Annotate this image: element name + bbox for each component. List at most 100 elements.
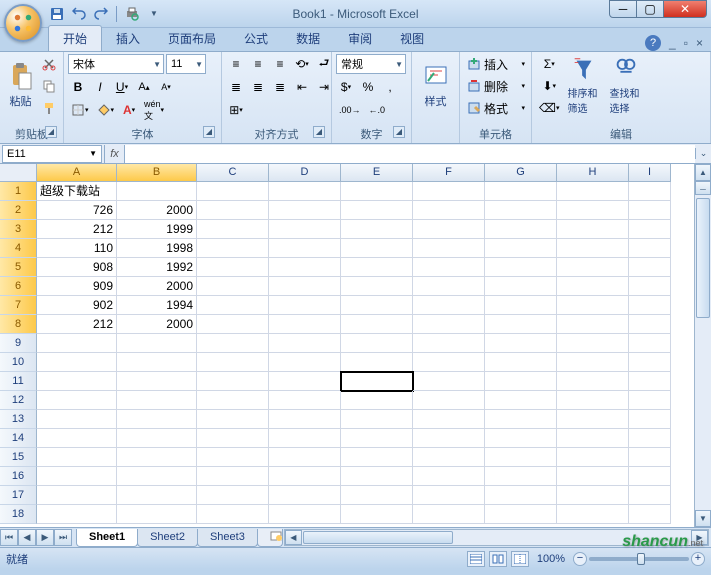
comma-format-icon[interactable]: , <box>380 77 400 97</box>
row-header[interactable]: 16 <box>0 467 37 486</box>
cell[interactable]: 212 <box>37 315 117 334</box>
row-header[interactable]: 6 <box>0 277 37 296</box>
column-header[interactable]: H <box>557 164 629 182</box>
formula-expand-icon[interactable]: ⌄ <box>695 148 711 159</box>
select-all-corner[interactable] <box>0 164 37 182</box>
cell[interactable] <box>413 429 485 448</box>
cell[interactable] <box>197 467 269 486</box>
cell[interactable] <box>557 429 629 448</box>
column-header[interactable]: F <box>413 164 485 182</box>
maximize-button[interactable]: ▢ <box>636 0 664 18</box>
sheet-prev-icon[interactable]: ◀ <box>18 529 36 546</box>
qat-customize-icon[interactable]: ▼ <box>145 5 163 23</box>
cell[interactable] <box>269 296 341 315</box>
cell[interactable] <box>197 429 269 448</box>
scroll-right-icon[interactable]: ▶ <box>691 530 708 545</box>
cell[interactable] <box>629 277 671 296</box>
cell[interactable]: 1998 <box>117 239 197 258</box>
cell[interactable] <box>485 182 557 201</box>
sheet-next-icon[interactable]: ▶ <box>36 529 54 546</box>
cell[interactable]: 110 <box>37 239 117 258</box>
cell[interactable] <box>341 182 413 201</box>
styles-button[interactable]: 样式 <box>416 54 455 116</box>
cell[interactable] <box>413 201 485 220</box>
cell[interactable] <box>117 429 197 448</box>
cell[interactable] <box>485 448 557 467</box>
borders-button[interactable]: ▾ <box>68 100 92 120</box>
cell[interactable] <box>269 505 341 524</box>
zoom-level[interactable]: 100% <box>537 553 565 565</box>
paste-button[interactable]: 粘贴 <box>4 54 37 116</box>
cell[interactable] <box>413 467 485 486</box>
align-center-icon[interactable]: ≣ <box>248 77 268 97</box>
cell[interactable] <box>485 429 557 448</box>
clear-icon[interactable]: ⌫▾ <box>536 98 562 118</box>
wrap-text-icon[interactable]: ⮐ <box>314 54 334 74</box>
cell[interactable] <box>557 296 629 315</box>
sheet-tab[interactable]: Sheet3 <box>197 529 258 547</box>
cell[interactable] <box>485 505 557 524</box>
horizontal-scrollbar[interactable]: ◀ ▶ <box>284 529 709 546</box>
cell[interactable] <box>557 220 629 239</box>
cell[interactable] <box>557 277 629 296</box>
column-header[interactable]: C <box>197 164 269 182</box>
cell[interactable] <box>413 277 485 296</box>
cell[interactable] <box>117 448 197 467</box>
italic-button[interactable]: I <box>90 77 110 97</box>
delete-cells-button[interactable]: 删除▾ <box>464 76 528 96</box>
bold-button[interactable]: B <box>68 77 88 97</box>
cell[interactable]: 2000 <box>117 201 197 220</box>
hscroll-thumb[interactable] <box>303 531 453 544</box>
cell[interactable] <box>269 220 341 239</box>
cell[interactable] <box>413 486 485 505</box>
font-dialog-launcher[interactable]: ◢ <box>203 126 215 138</box>
row-header[interactable]: 5 <box>0 258 37 277</box>
cell[interactable]: 726 <box>37 201 117 220</box>
formula-input[interactable] <box>124 145 695 163</box>
number-format-combo[interactable]: 常规▼ <box>336 54 406 74</box>
minimize-button[interactable]: ─ <box>609 0 637 18</box>
cell[interactable] <box>197 486 269 505</box>
cell[interactable] <box>37 410 117 429</box>
cell[interactable] <box>341 277 413 296</box>
cell[interactable] <box>629 410 671 429</box>
cell[interactable] <box>341 239 413 258</box>
print-preview-icon[interactable] <box>123 5 141 23</box>
cell[interactable] <box>413 296 485 315</box>
cell[interactable]: 902 <box>37 296 117 315</box>
cell[interactable]: 212 <box>37 220 117 239</box>
column-header[interactable]: E <box>341 164 413 182</box>
cell[interactable] <box>485 353 557 372</box>
cell[interactable] <box>269 429 341 448</box>
cell[interactable] <box>197 220 269 239</box>
cell[interactable] <box>413 391 485 410</box>
cell[interactable] <box>485 296 557 315</box>
increase-indent-icon[interactable]: ⇥ <box>314 77 334 97</box>
cell[interactable] <box>269 467 341 486</box>
row-header[interactable]: 13 <box>0 410 37 429</box>
cell[interactable] <box>341 410 413 429</box>
cell[interactable] <box>37 448 117 467</box>
cell[interactable] <box>37 353 117 372</box>
cell[interactable] <box>557 486 629 505</box>
page-break-view-icon[interactable] <box>511 551 529 567</box>
decrease-indent-icon[interactable]: ⇤ <box>292 77 312 97</box>
cell[interactable] <box>557 505 629 524</box>
number-dialog-launcher[interactable]: ◢ <box>393 126 405 138</box>
cell[interactable] <box>485 315 557 334</box>
cell[interactable] <box>197 353 269 372</box>
scroll-split-icon[interactable]: ─ <box>695 181 711 195</box>
cell[interactable] <box>197 505 269 524</box>
cell[interactable] <box>557 258 629 277</box>
cell[interactable] <box>413 315 485 334</box>
new-sheet-button[interactable] <box>257 529 283 547</box>
cell[interactable] <box>269 410 341 429</box>
zoom-out-button[interactable]: − <box>573 552 587 566</box>
cell[interactable] <box>197 296 269 315</box>
cell[interactable] <box>485 486 557 505</box>
office-button[interactable] <box>4 4 42 42</box>
cell[interactable]: 超级下载站 <box>37 182 117 201</box>
cell[interactable] <box>269 315 341 334</box>
fill-color-button[interactable]: ▾ <box>94 100 118 120</box>
row-header[interactable]: 18 <box>0 505 37 524</box>
